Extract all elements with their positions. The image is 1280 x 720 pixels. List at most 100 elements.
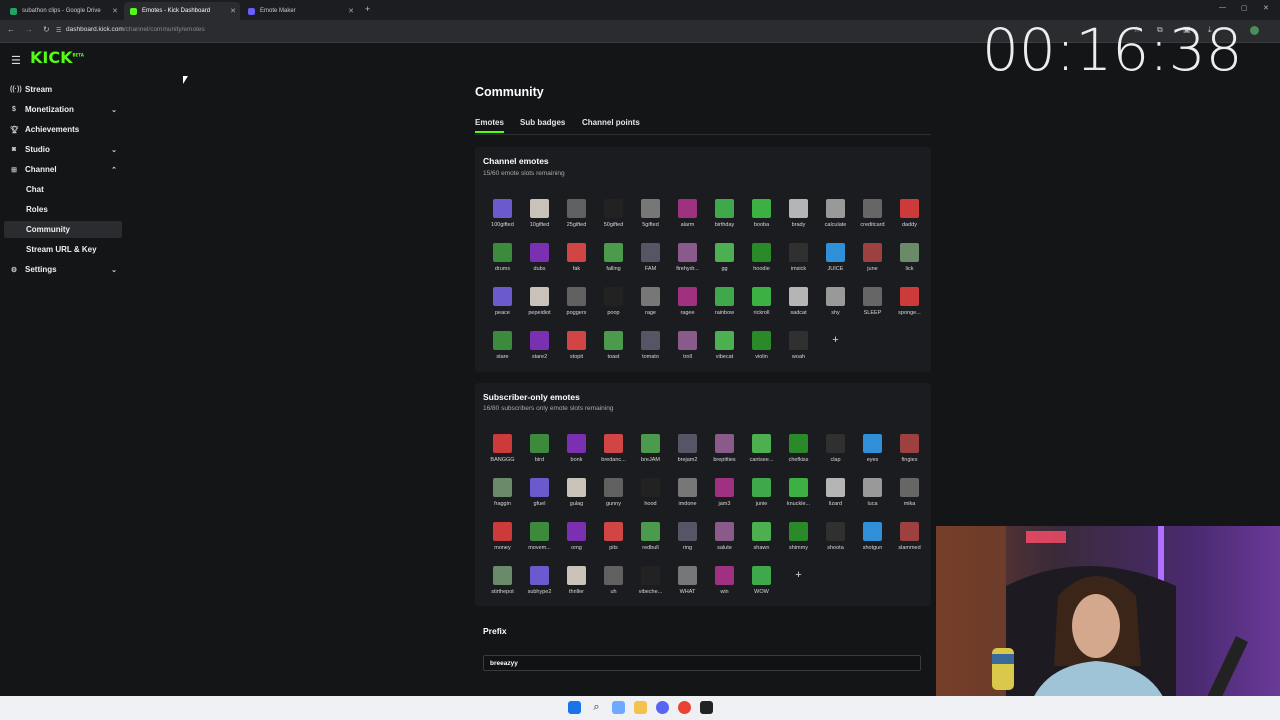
emote-item[interactable]: troll (669, 331, 706, 375)
emote-item[interactable]: booba (743, 199, 780, 243)
emote-item[interactable]: bredanc... (595, 434, 632, 478)
emote-item[interactable]: shimmy (780, 522, 817, 566)
emote-item[interactable]: shy (817, 287, 854, 331)
emote-item[interactable]: creditcard (854, 199, 891, 243)
emote-item[interactable]: mika (891, 478, 928, 522)
browser-tab-emote-maker[interactable]: Emote Maker ✕ (242, 2, 358, 20)
emote-item[interactable]: toast (595, 331, 632, 375)
emote-item[interactable]: jam3 (706, 478, 743, 522)
add-emote-button[interactable]: + (789, 566, 808, 585)
discord-icon[interactable] (656, 701, 669, 714)
emote-item[interactable]: uh (595, 566, 632, 610)
emote-item[interactable]: hoodie (743, 243, 780, 287)
emote-item[interactable]: rainbow (706, 287, 743, 331)
emote-item[interactable]: sadcat (780, 287, 817, 331)
emote-item[interactable]: ring (669, 522, 706, 566)
emote-item[interactable]: june (854, 243, 891, 287)
close-icon[interactable]: ✕ (230, 7, 236, 15)
emote-item[interactable]: chefkiss (780, 434, 817, 478)
emote-item[interactable]: daddy (891, 199, 928, 243)
emote-item[interactable]: shoota (817, 522, 854, 566)
emote-item[interactable]: stirthepot (484, 566, 521, 610)
search-icon[interactable]: ⌕ (590, 701, 603, 714)
emote-item[interactable]: SLEEP (854, 287, 891, 331)
emote-item[interactable]: hood (632, 478, 669, 522)
emote-item[interactable]: pepeidiot (521, 287, 558, 331)
emote-item[interactable]: tomato (632, 331, 669, 375)
emote-item[interactable]: subhype2 (521, 566, 558, 610)
emote-item[interactable]: WHAT (669, 566, 706, 610)
emote-item[interactable]: gg (706, 243, 743, 287)
emote-item[interactable]: violin (743, 331, 780, 375)
forward-arrow-icon[interactable]: → (25, 25, 33, 34)
emote-item[interactable]: fingies (891, 434, 928, 478)
emote-item[interactable]: gunny (595, 478, 632, 522)
emote-item[interactable]: 25gifted (558, 199, 595, 243)
emote-item[interactable]: vibeche... (632, 566, 669, 610)
emote-item[interactable]: omg (558, 522, 595, 566)
emote-item[interactable]: birthday (706, 199, 743, 243)
emote-item[interactable]: thriller (558, 566, 595, 610)
emote-item[interactable]: money (484, 522, 521, 566)
emote-item[interactable]: FAM (632, 243, 669, 287)
file-explorer-icon[interactable] (634, 701, 647, 714)
menu-icon[interactable]: ☰ (11, 54, 21, 67)
emote-item[interactable]: pits (595, 522, 632, 566)
kick-logo[interactable]: KICKBETA (30, 48, 84, 67)
sidebar-item-monetization[interactable]: $ Monetization ⌄ (4, 101, 122, 118)
emote-item[interactable]: gfuel (521, 478, 558, 522)
emote-item[interactable]: bonk (558, 434, 595, 478)
browser-tab-drive[interactable]: subathon clips - Google Drive ✕ (4, 2, 122, 20)
prefix-input[interactable] (483, 655, 921, 671)
emote-item[interactable]: shawn (743, 522, 780, 566)
emote-item[interactable]: stopit (558, 331, 595, 375)
emote-item[interactable]: alarm (669, 199, 706, 243)
emote-item[interactable]: brejam2 (669, 434, 706, 478)
emote-item[interactable]: calculate (817, 199, 854, 243)
close-icon[interactable]: ✕ (348, 7, 354, 15)
emote-item[interactable]: brady (780, 199, 817, 243)
site-info-icon[interactable]: ☰ (56, 27, 61, 34)
browser-tab-kick[interactable]: Emotes - Kick Dashboard ✕ (124, 2, 240, 20)
emote-item[interactable]: eyes (854, 434, 891, 478)
windows-start-icon[interactable] (568, 701, 581, 714)
add-emote-button[interactable]: + (826, 331, 845, 350)
maximize-icon[interactable]: ▢ (1241, 4, 1248, 12)
tab-channel-points[interactable]: Channel points (582, 118, 640, 131)
emote-item[interactable]: sponge... (891, 287, 928, 331)
emote-item[interactable]: redbull (632, 522, 669, 566)
reload-icon[interactable]: ↻ (43, 25, 50, 34)
emote-item[interactable]: lick (891, 243, 928, 287)
new-tab-button[interactable]: + (365, 4, 370, 14)
emote-item[interactable]: vibecat (706, 331, 743, 375)
emote-item[interactable]: movem... (521, 522, 558, 566)
emote-item[interactable]: clap (817, 434, 854, 478)
sidebar-item-settings[interactable]: ⚙ Settings ⌄ (4, 261, 122, 278)
emote-item[interactable]: rage (632, 287, 669, 331)
tab-sub-badges[interactable]: Sub badges (520, 118, 565, 131)
emote-item[interactable]: salute (706, 522, 743, 566)
emote-item[interactable]: shotgun (854, 522, 891, 566)
close-window-icon[interactable]: ✕ (1263, 4, 1269, 12)
emote-item[interactable]: imsick (780, 243, 817, 287)
emote-item[interactable]: brepitties (706, 434, 743, 478)
emote-item[interactable]: 100gifted (484, 199, 521, 243)
emote-item[interactable]: 5gifted (632, 199, 669, 243)
app-icon[interactable] (700, 701, 713, 714)
emote-item[interactable]: dubs (521, 243, 558, 287)
sidebar-subitem-chat[interactable]: Chat (4, 181, 122, 198)
emote-item[interactable]: fak (558, 243, 595, 287)
url-field[interactable]: dashboard.kick.com/channel/community/emo… (66, 26, 205, 33)
emote-item[interactable]: gulag (558, 478, 595, 522)
emote-item[interactable]: ragee (669, 287, 706, 331)
sidebar-item-studio[interactable]: ◙ Studio ⌄ (4, 141, 122, 158)
emote-item[interactable]: falling (595, 243, 632, 287)
sidebar-subitem-community[interactable]: Community (4, 221, 122, 238)
sidebar-subitem-roles[interactable]: Roles (4, 201, 122, 218)
chrome-icon[interactable] (678, 701, 691, 714)
emote-item[interactable]: cantsee... (743, 434, 780, 478)
emote-item[interactable]: breJAM (632, 434, 669, 478)
emote-item[interactable]: poggers (558, 287, 595, 331)
minimize-icon[interactable]: — (1219, 4, 1226, 11)
emote-item[interactable]: lizard (817, 478, 854, 522)
